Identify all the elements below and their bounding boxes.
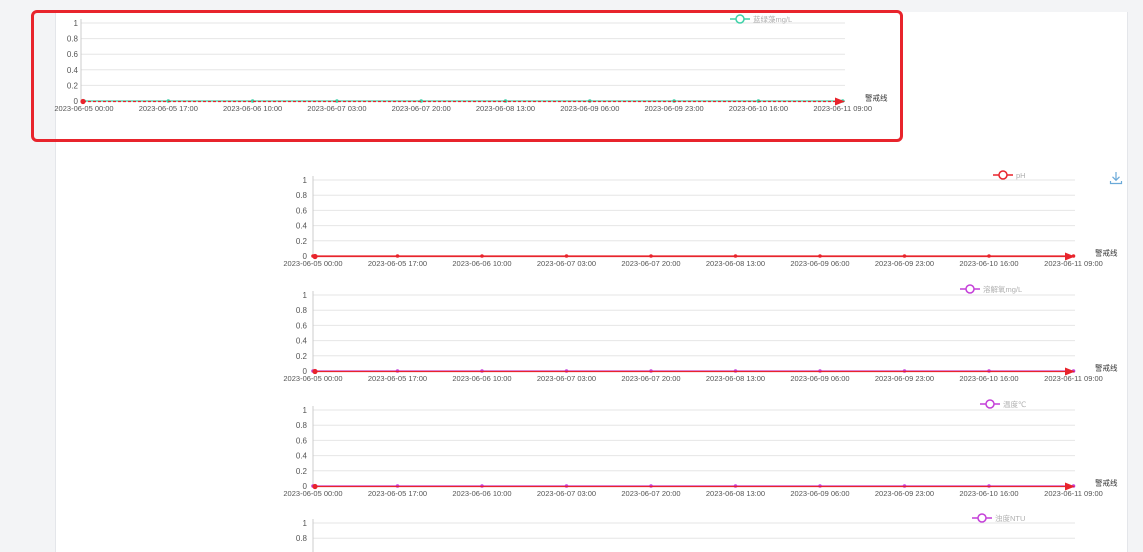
legend-marker: [977, 513, 987, 523]
legend-label: 浊度NTU: [995, 513, 1025, 523]
download-icon[interactable]: [1108, 170, 1124, 186]
y-tick-label: 1: [303, 519, 308, 528]
y-tick-label: 0.8: [296, 534, 308, 543]
chart-turbidity: 1 0.8 浊度NTU: [296, 513, 1075, 552]
